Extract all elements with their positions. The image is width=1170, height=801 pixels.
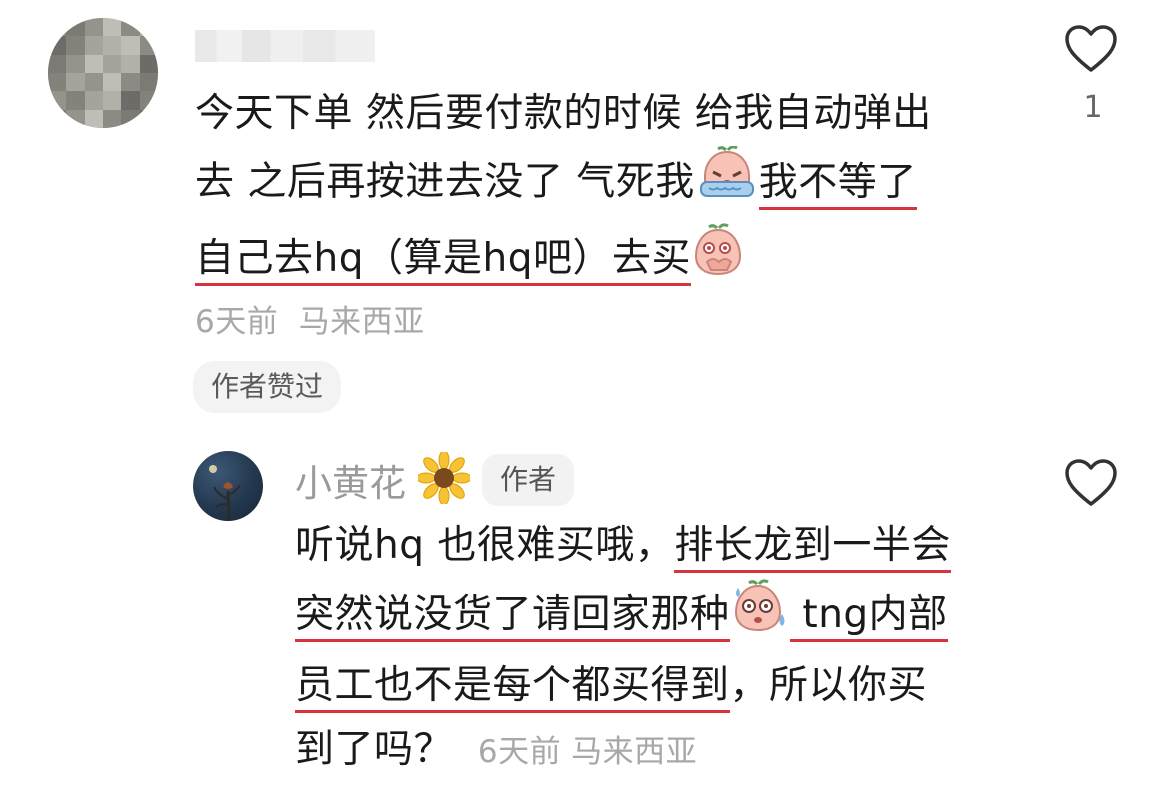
- reply-time: 6天前: [477, 734, 562, 770]
- like-count: 1: [1083, 90, 1103, 125]
- comment-line-3: 自己去hq（算是hq吧）去买: [195, 222, 932, 298]
- avatar[interactable]: [48, 18, 158, 128]
- sweating-face-emoji-icon: [730, 578, 790, 654]
- heart-icon: [1065, 25, 1117, 72]
- reply-meta: 6天前 马来西亚: [478, 734, 697, 770]
- sunflower-emoji-icon: [416, 450, 472, 508]
- like-button[interactable]: [1063, 24, 1119, 78]
- username-blurred[interactable]: [195, 30, 375, 62]
- comment-line-1: 今天下单 然后要付款的时候 给我自动弹出: [195, 91, 932, 136]
- covering-mouth-emoji-icon: [691, 222, 745, 298]
- comment-text-underlined[interactable]: 自己去hq（算是hq吧）去买: [195, 235, 691, 286]
- reply-text-segment: 听说hq 也很难买哦，: [295, 523, 675, 568]
- heart-icon: [1065, 459, 1117, 506]
- reply-text-underlined[interactable]: 员工也不是每个都买得到: [295, 663, 730, 713]
- comment-text: 今天下单 然后要付款的时候 给我自动弹出 去 之后再按进去没了 气死我 我不等了…: [195, 82, 932, 298]
- author-badge: 作者: [482, 454, 575, 506]
- comment-time: 6天前: [195, 304, 279, 340]
- reply-text-segment: 到了吗？: [295, 727, 454, 772]
- comment-text-segment: 去 之后再按进去没了 气死我: [195, 159, 695, 205]
- reply-username[interactable]: 小黄花: [295, 453, 406, 507]
- comment-text-underlined[interactable]: 我不等了: [758, 159, 917, 210]
- reply-line-3: 员工也不是每个都买得到，所以你买: [295, 654, 951, 718]
- comment-location: 马来西亚: [298, 304, 425, 340]
- crying-face-emoji-icon: [695, 145, 759, 222]
- reply-header: 小黄花 作者: [295, 450, 575, 508]
- reply-line-2: 突然说没货了请回家那种 tng内部: [295, 578, 951, 654]
- reply-like-button[interactable]: [1063, 458, 1119, 512]
- reply-text-underlined[interactable]: 排长龙到一半会: [674, 523, 951, 573]
- reply-text-segment: ，所以你买: [729, 663, 928, 708]
- reply-line-4: 到了吗？ 6天前 马来西亚: [295, 718, 951, 784]
- reply-line-1: 听说hq 也很难买哦，排长龙到一半会: [295, 514, 951, 578]
- reply-text-underlined[interactable]: 突然说没货了请回家那种: [295, 591, 730, 642]
- author-liked-badge: 作者赞过: [193, 361, 342, 413]
- comment-meta: 6天前 马来西亚: [195, 296, 425, 341]
- reply-text-underlined[interactable]: tng内部: [789, 591, 948, 642]
- comment-line-2: 去 之后再按进去没了 气死我 我不等了: [195, 145, 932, 222]
- avatar[interactable]: [193, 451, 263, 521]
- reply-location: 马来西亚: [571, 734, 698, 770]
- reply-text: 听说hq 也很难买哦，排长龙到一半会 突然说没货了请回家那种 tng内部 员工也…: [295, 514, 951, 784]
